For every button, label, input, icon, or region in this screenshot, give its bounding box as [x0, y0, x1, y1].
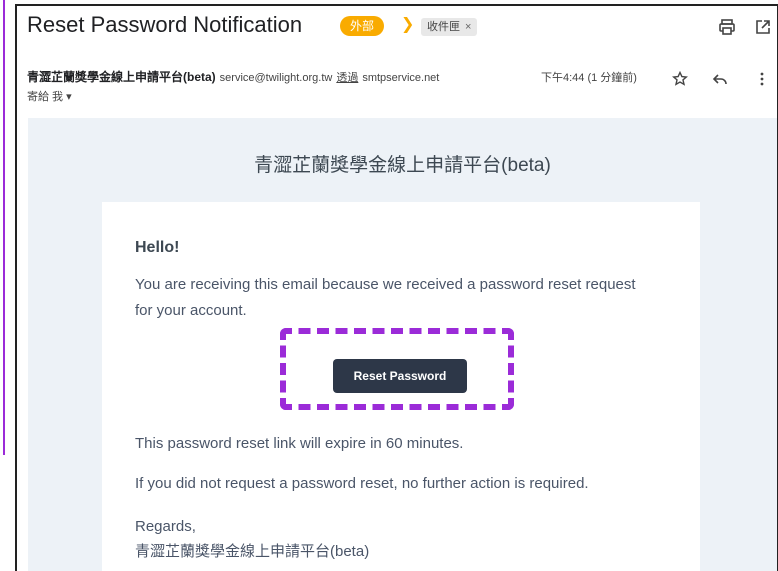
recipient-dropdown[interactable]: 寄給 我 ▾: [27, 88, 72, 104]
important-marker-icon[interactable]: ❯: [401, 14, 414, 34]
reply-icon[interactable]: [708, 67, 732, 91]
remove-label-icon[interactable]: ×: [465, 21, 471, 33]
intro-text: You are receiving this email because we …: [135, 276, 636, 319]
message-card: Hello! You are receiving this email beca…: [102, 202, 700, 571]
no-action-text: If you did not request a password reset,…: [135, 475, 589, 492]
star-icon[interactable]: [668, 67, 692, 91]
brand-header: 青澀芷蘭獎學金線上申請平台(beta): [254, 155, 551, 176]
sender-line: 青澀芷蘭獎學金線上申請平台(beta) service@twilight.org.…: [27, 68, 439, 85]
external-label-badge[interactable]: 外部: [340, 16, 385, 36]
annotation-side-line: [3, 0, 5, 455]
reset-password-button[interactable]: Reset Password: [333, 359, 467, 393]
email-subject: Reset Password Notification: [27, 12, 303, 37]
expiry-text: This password reset link will expire in …: [135, 435, 464, 452]
inbox-label-text: 收件匣: [427, 21, 460, 33]
email-timestamp: 下午4:44 (1 分鐘前): [541, 72, 637, 84]
signature-text: 青澀芷蘭獎學金線上申請平台(beta): [135, 543, 370, 560]
regards-text: Regards,: [135, 518, 196, 535]
sender-name: 青澀芷蘭獎學金線上申請平台(beta): [27, 70, 216, 84]
more-vert-icon[interactable]: [750, 67, 774, 91]
inbox-label-badge[interactable]: 收件匣 ×: [421, 18, 478, 36]
print-icon[interactable]: [715, 15, 739, 39]
sender-address: service@twilight.org.tw: [219, 72, 333, 84]
open-in-new-window-icon[interactable]: [751, 15, 775, 39]
email-window: Reset Password Notification 外部 ❯ 收件匣 × 青澀…: [15, 4, 778, 571]
greeting: Hello!: [135, 239, 180, 256]
via-link[interactable]: 透過: [336, 72, 358, 84]
email-body: 青澀芷蘭獎學金線上申請平台(beta) Hello! You are recei…: [28, 118, 777, 571]
relay-domain: smtpservice.net: [362, 72, 440, 84]
